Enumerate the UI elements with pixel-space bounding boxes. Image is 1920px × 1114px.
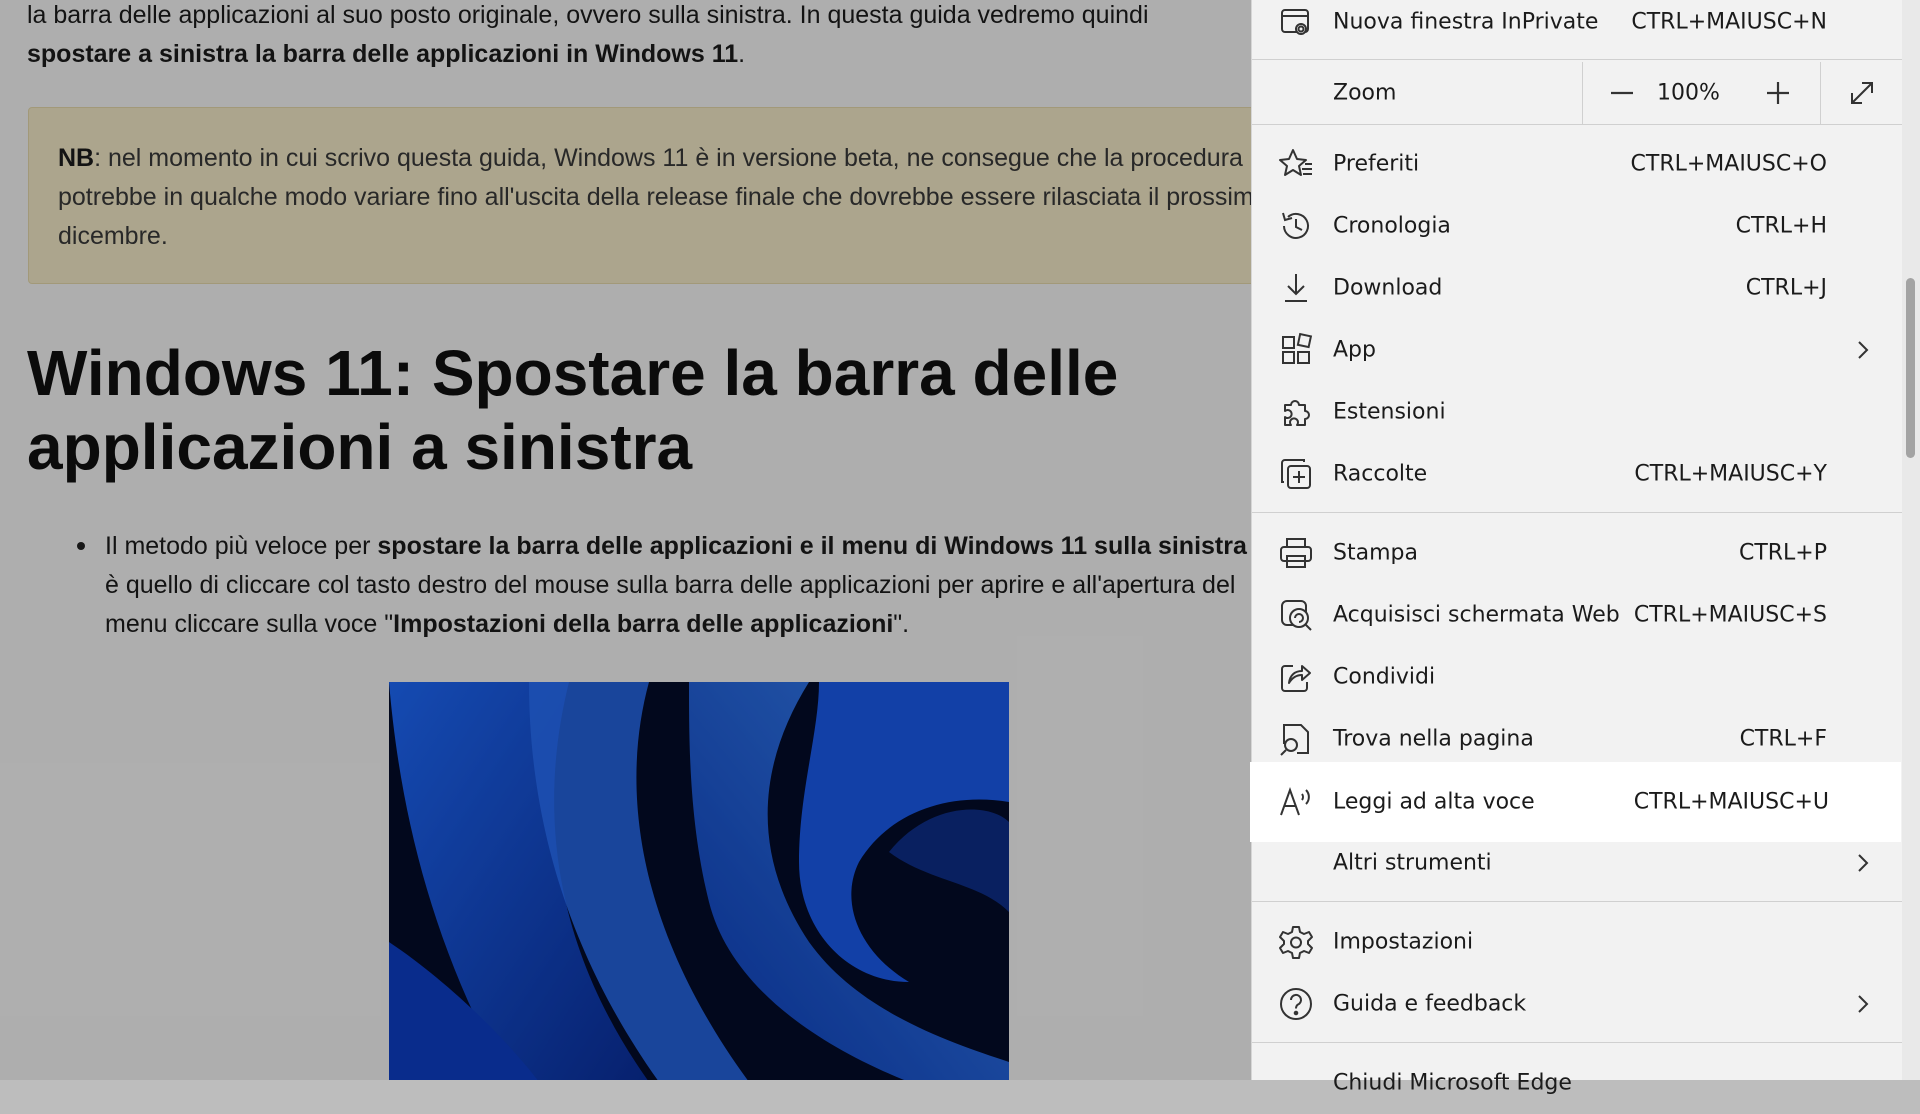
menu-separator: [1252, 59, 1903, 60]
instruction-text: Il metodo più veloce per spostare la bar…: [105, 527, 1251, 644]
zoom-divider: [1582, 62, 1583, 124]
menu-item-shortcut: CTRL+P: [1738, 540, 1827, 566]
menu-item-shortcut: CTRL+MAIUSC+S: [1633, 602, 1827, 628]
instruction-bold-2: Impostazioni della barra delle applicazi…: [393, 610, 894, 638]
menu-item-label: Download: [1333, 275, 1443, 301]
article-intro-paragraph: la barra delle applicazioni al suo posto…: [27, 0, 1251, 74]
menu-separator: [1252, 901, 1903, 902]
menu-item-label: Condividi: [1333, 664, 1436, 690]
menu-item-label: Chiudi Microsoft Edge: [1333, 1070, 1572, 1096]
menu-item-label: Cronologia: [1333, 213, 1451, 239]
intro-end: .: [738, 40, 746, 68]
menu-item-label: Estensioni: [1333, 399, 1446, 425]
menu-item-label: Guida e feedback: [1333, 991, 1527, 1017]
menu-item-favorites[interactable]: Preferiti CTRL+MAIUSC+O: [1252, 133, 1903, 195]
menu-item-label: Trova nella pagina: [1333, 726, 1534, 752]
menu-item-label: Nuova finestra InPrivate: [1333, 9, 1599, 35]
edge-settings-menu: Nuova finestra InPrivate CTRL+MAIUSC+N Z…: [1250, 0, 1903, 1096]
read-aloud-icon: [1277, 783, 1315, 821]
find-in-page-icon: [1277, 720, 1315, 758]
menu-item-collections[interactable]: Raccolte CTRL+MAIUSC+Y: [1252, 443, 1903, 505]
menu-item-label: Acquisisci schermata Web: [1333, 602, 1620, 628]
menu-item-label: Impostazioni: [1333, 929, 1474, 955]
menu-separator: [1252, 124, 1903, 125]
menu-item-history[interactable]: Cronologia CTRL+H: [1252, 195, 1903, 257]
extensions-puzzle-icon: [1277, 393, 1315, 431]
wallpaper-graphic: [389, 682, 1009, 1080]
zoom-divider: [1820, 62, 1821, 124]
menu-item-label: Leggi ad alta voce: [1333, 789, 1535, 815]
menu-item-label: App: [1333, 337, 1376, 363]
menu-item-more-tools[interactable]: Altri strumenti: [1252, 832, 1903, 894]
menu-item-downloads[interactable]: Download CTRL+J: [1252, 257, 1903, 319]
chevron-right-icon: [1851, 338, 1875, 362]
instruction-bold-1: spostare la barra delle applicazioni e i…: [377, 532, 1247, 560]
menu-item-shortcut: CTRL+J: [1745, 275, 1827, 301]
menu-item-extensions[interactable]: Estensioni: [1252, 381, 1903, 443]
menu-item-label: Stampa: [1333, 540, 1418, 566]
settings-gear-icon: [1277, 923, 1315, 961]
instruction-part-3: ".: [893, 610, 910, 638]
help-question-icon: [1277, 985, 1315, 1023]
web-capture-icon: [1277, 596, 1315, 634]
menu-item-find-in-page[interactable]: Trova nella pagina CTRL+F: [1252, 708, 1903, 770]
beta-note-box: NB: nel momento in cui scrivo questa gui…: [28, 107, 1251, 284]
menu-item-shortcut: CTRL+MAIUSC+N: [1631, 9, 1827, 35]
zoom-in-button[interactable]: [1758, 73, 1798, 113]
menu-item-shortcut: CTRL+MAIUSC+Y: [1634, 461, 1827, 487]
menu-item-label: Altri strumenti: [1333, 850, 1492, 876]
fullscreen-expand-icon: [1851, 82, 1873, 104]
zoom-out-button[interactable]: [1602, 73, 1642, 113]
download-icon: [1277, 269, 1315, 307]
menu-item-apps[interactable]: App: [1252, 319, 1903, 381]
menu-item-help-feedback[interactable]: Guida e feedback: [1252, 973, 1903, 1035]
menu-item-new-inprivate-window[interactable]: Nuova finestra InPrivate CTRL+MAIUSC+N: [1252, 0, 1903, 53]
menu-item-close-edge[interactable]: Chiudi Microsoft Edge: [1252, 1052, 1903, 1114]
menu-item-settings[interactable]: Impostazioni: [1252, 911, 1903, 973]
minus-icon: [1611, 91, 1633, 95]
apps-icon: [1277, 331, 1315, 369]
windows-11-wallpaper-image: [389, 682, 1009, 1080]
menu-item-shortcut: CTRL+MAIUSC+O: [1630, 151, 1827, 177]
chevron-right-icon: [1851, 992, 1875, 1016]
menu-item-label: Preferiti: [1333, 151, 1420, 177]
zoom-label: Zoom: [1333, 80, 1397, 106]
menu-item-shortcut: CTRL+F: [1739, 726, 1827, 752]
menu-item-shortcut: CTRL+MAIUSC+U: [1633, 789, 1829, 815]
plus-icon: [1767, 82, 1789, 104]
instruction-part-1: Il metodo più veloce per: [105, 532, 378, 560]
collections-icon: [1277, 455, 1315, 493]
bullet-dot: [77, 542, 85, 550]
menu-item-shortcut: CTRL+H: [1735, 213, 1827, 239]
favorites-star-icon: [1277, 145, 1315, 183]
note-label: NB: [58, 144, 95, 172]
page-scrollbar[interactable]: [1902, 0, 1920, 1080]
menu-separator: [1252, 1042, 1903, 1043]
zoom-control-row: Zoom 100%: [1252, 62, 1903, 124]
article-page: la barra delle applicazioni al suo posto…: [0, 0, 1251, 1080]
beta-note-text: NB: nel momento in cui scrivo questa gui…: [58, 139, 1251, 256]
chevron-right-icon: [1851, 851, 1875, 875]
printer-icon: [1277, 534, 1315, 572]
instruction-list-item: Il metodo più veloce per spostare la bar…: [74, 527, 1251, 644]
share-icon: [1277, 658, 1315, 696]
menu-item-read-aloud[interactable]: Leggi ad alta voce CTRL+MAIUSC+U: [1250, 762, 1901, 842]
note-body: : nel momento in cui scrivo questa guida…: [58, 144, 1251, 250]
menu-item-label: Raccolte: [1333, 461, 1428, 487]
article-heading: Windows 11: Spostare la barra delle appl…: [27, 337, 1119, 483]
menu-item-share[interactable]: Condividi: [1252, 646, 1903, 708]
inprivate-window-icon: [1277, 3, 1315, 41]
intro-text: la barra delle applicazioni al suo posto…: [27, 1, 1149, 29]
intro-bold-text: spostare a sinistra la barra delle appli…: [27, 40, 739, 68]
menu-item-web-capture[interactable]: Acquisisci schermata Web CTRL+MAIUSC+S: [1252, 584, 1903, 646]
menu-item-print[interactable]: Stampa CTRL+P: [1252, 522, 1903, 584]
scrollbar-thumb[interactable]: [1906, 278, 1915, 458]
zoom-level-value: 100%: [1657, 80, 1720, 106]
fullscreen-button[interactable]: [1842, 73, 1882, 113]
history-icon: [1277, 207, 1315, 245]
menu-separator: [1252, 512, 1903, 513]
